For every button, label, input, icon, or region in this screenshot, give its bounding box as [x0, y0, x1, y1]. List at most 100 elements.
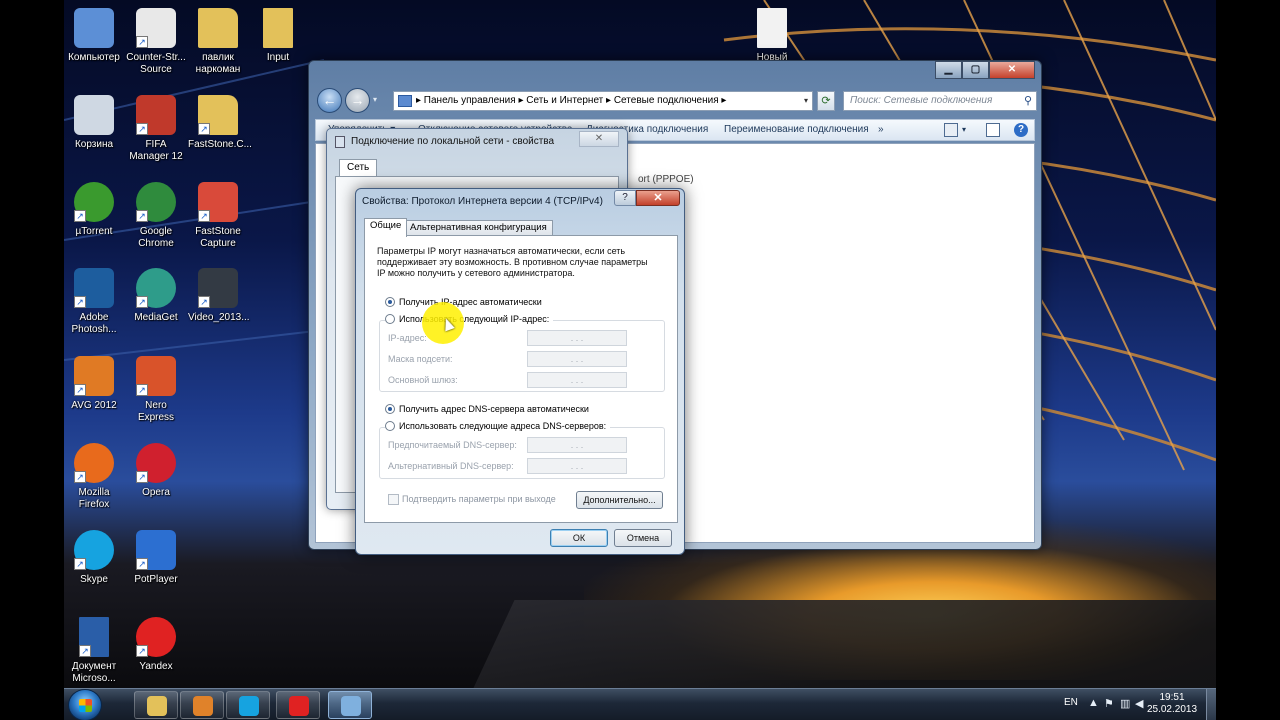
- firefox-icon: ↗: [74, 443, 114, 483]
- desktop-icon[interactable]: ↗ Skype: [64, 530, 124, 586]
- back-button[interactable]: ←: [317, 88, 342, 113]
- word-doc-icon: ↗: [79, 617, 109, 657]
- desktop-icon[interactable]: ↗ Adobe Photosh...: [64, 268, 124, 336]
- general-tab-panel: Параметры IP могут назначаться автоматич…: [364, 235, 678, 523]
- skype-icon: ↗: [74, 530, 114, 570]
- help-button[interactable]: ?: [614, 190, 636, 206]
- radio-dot: [385, 421, 395, 431]
- counter-strike-icon: ↗: [136, 8, 176, 48]
- address-bar[interactable]: ▸ Панель управления ▸ Сеть и Интернет ▸ …: [393, 91, 813, 111]
- obtain-ip-automatically-radio[interactable]: Получить IP-адрес автоматически: [385, 296, 542, 308]
- help-icon[interactable]: ?: [1014, 123, 1028, 137]
- advanced-button[interactable]: Дополнительно...: [576, 491, 663, 509]
- intro-text: Параметры IP могут назначаться автоматич…: [377, 246, 648, 278]
- network-tray-icon[interactable]: ▥: [1120, 697, 1130, 710]
- taskbar-button[interactable]: [134, 691, 178, 719]
- start-button[interactable]: [68, 689, 102, 720]
- alternate-dns-field[interactable]: . . .: [527, 458, 627, 474]
- minimize-button[interactable]: ▁: [935, 61, 962, 79]
- shortcut-arrow-icon: ↗: [136, 210, 148, 222]
- desktop-icon[interactable]: павлик наркоман: [188, 8, 248, 76]
- desktop-icon[interactable]: ↗ Counter-Str... Source: [126, 8, 186, 76]
- lan-dialog-title: Подключение по локальной сети - свойства: [351, 136, 555, 147]
- fifa-icon: ↗: [136, 95, 176, 135]
- search-icon: ⚲: [1023, 95, 1032, 107]
- windows-logo-icon: [79, 699, 92, 712]
- desktop-icon-label: MediaGet: [134, 312, 178, 323]
- desktop-icon[interactable]: Input: [248, 8, 308, 64]
- subnet-mask-field[interactable]: . . .: [527, 351, 627, 367]
- desktop-icon[interactable]: ↗ Mozilla Firefox: [64, 443, 124, 511]
- desktop-icon[interactable]: ↗ µTorrent: [64, 182, 124, 238]
- language-indicator[interactable]: EN: [1064, 697, 1078, 708]
- use-following-ip-radio[interactable]: Использовать следующий IP-адрес:: [385, 313, 554, 325]
- default-gateway-field[interactable]: . . .: [527, 372, 627, 388]
- desktop-icon-label: AVG 2012: [71, 400, 117, 411]
- preview-pane-icon[interactable]: [986, 123, 1000, 137]
- shortcut-arrow-icon: ↗: [74, 384, 86, 396]
- taskbar-button[interactable]: [226, 691, 270, 719]
- maximize-button[interactable]: ▢: [962, 61, 989, 79]
- validate-on-exit-checkbox[interactable]: Подтвердить параметры при выходе: [388, 494, 556, 505]
- history-dropdown-icon[interactable]: ▾: [373, 95, 377, 104]
- show-desktop-button[interactable]: [1206, 689, 1216, 720]
- shortcut-arrow-icon: ↗: [74, 558, 86, 570]
- desktop-icon[interactable]: Компьютер: [64, 8, 124, 64]
- shortcut-arrow-icon: ↗: [74, 296, 86, 308]
- lan-close-button[interactable]: ✕: [579, 131, 619, 147]
- media-player-icon: [193, 696, 213, 716]
- ok-button[interactable]: ОК: [550, 529, 608, 547]
- desktop-icon[interactable]: ↗ Video_2013...: [188, 268, 250, 324]
- desktop-icon-label: Nero Express: [137, 400, 175, 423]
- taskbar-button[interactable]: [276, 691, 320, 719]
- desktop-icon[interactable]: ↗ FastStone Capture: [188, 182, 248, 250]
- shortcut-arrow-icon: ↗: [136, 123, 148, 135]
- tab-general[interactable]: Общие: [364, 218, 408, 237]
- cancel-button[interactable]: Отмена: [614, 529, 672, 547]
- desktop-icon[interactable]: ↗ FastStone.C...: [188, 95, 252, 151]
- tray-overflow-icon[interactable]: ▲: [1088, 697, 1099, 709]
- refresh-button[interactable]: ⟳: [817, 91, 835, 111]
- desktop-icon[interactable]: ↗ PotPlayer: [126, 530, 186, 586]
- network-adapter-icon: [335, 136, 345, 148]
- change-view-icon[interactable]: [944, 123, 958, 137]
- shortcut-arrow-icon: ↗: [136, 384, 148, 396]
- desktop-icon[interactable]: ↗ Yandex: [126, 617, 186, 673]
- connection-item-partial[interactable]: ort (PPPOE): [638, 174, 694, 185]
- use-following-dns-radio[interactable]: Использовать следующие адреса DNS-сервер…: [385, 420, 611, 432]
- desktop-icon[interactable]: Корзина: [64, 95, 124, 151]
- forward-button[interactable]: →: [345, 88, 370, 113]
- desktop-icon-label: Adobe Photosh...: [71, 312, 117, 335]
- rename-button[interactable]: Переименование подключения: [724, 120, 869, 140]
- explorer-folder-icon: [147, 696, 167, 716]
- desktop-icon[interactable]: ↗ Opera: [126, 443, 186, 499]
- tab-alternate-configuration[interactable]: Альтернативная конфигурация: [404, 220, 553, 236]
- potplayer-icon: ↗: [136, 530, 176, 570]
- desktop-icon[interactable]: Новый: [742, 8, 802, 64]
- taskbar-button[interactable]: [328, 691, 372, 719]
- close-button[interactable]: ✕: [636, 190, 680, 206]
- desktop-icon[interactable]: ↗ FIFA Manager 12: [126, 95, 186, 163]
- desktop-icon[interactable]: ↗ MediaGet: [126, 268, 186, 324]
- clock[interactable]: 19:51 25.02.2013: [1140, 692, 1204, 716]
- action-center-flag-icon[interactable]: ⚑: [1104, 697, 1114, 710]
- shortcut-arrow-icon: ↗: [198, 123, 210, 135]
- tab-network[interactable]: Сеть: [339, 159, 378, 177]
- taskbar-button[interactable]: [180, 691, 224, 719]
- desktop-icon-label: Google Chrome: [138, 226, 174, 249]
- desktop-icon[interactable]: ↗ AVG 2012: [64, 356, 124, 412]
- address-dropdown-icon[interactable]: ▾: [804, 92, 808, 110]
- desktop-icon[interactable]: ↗ Документ Microso...: [64, 617, 124, 685]
- desktop-icon-label: FastStone Capture: [195, 226, 241, 249]
- close-button[interactable]: ✕: [989, 61, 1035, 79]
- desktop-icon[interactable]: ↗ Nero Express: [126, 356, 186, 424]
- desktop-icon[interactable]: ↗ Google Chrome: [126, 182, 186, 250]
- more-commands-button[interactable]: »: [878, 120, 884, 140]
- desktop-icon-label: Video_2013...: [188, 312, 250, 323]
- view-dropdown-icon[interactable]: ▾: [962, 120, 966, 140]
- search-input[interactable]: Поиск: Сетевые подключения ⚲: [843, 91, 1037, 111]
- obtain-dns-automatically-radio[interactable]: Получить адрес DNS-сервера автоматически: [385, 403, 589, 415]
- preferred-dns-field[interactable]: . . .: [527, 437, 627, 453]
- ip-address-field[interactable]: . . .: [527, 330, 627, 346]
- subnet-mask-label: Маска подсети:: [388, 354, 453, 364]
